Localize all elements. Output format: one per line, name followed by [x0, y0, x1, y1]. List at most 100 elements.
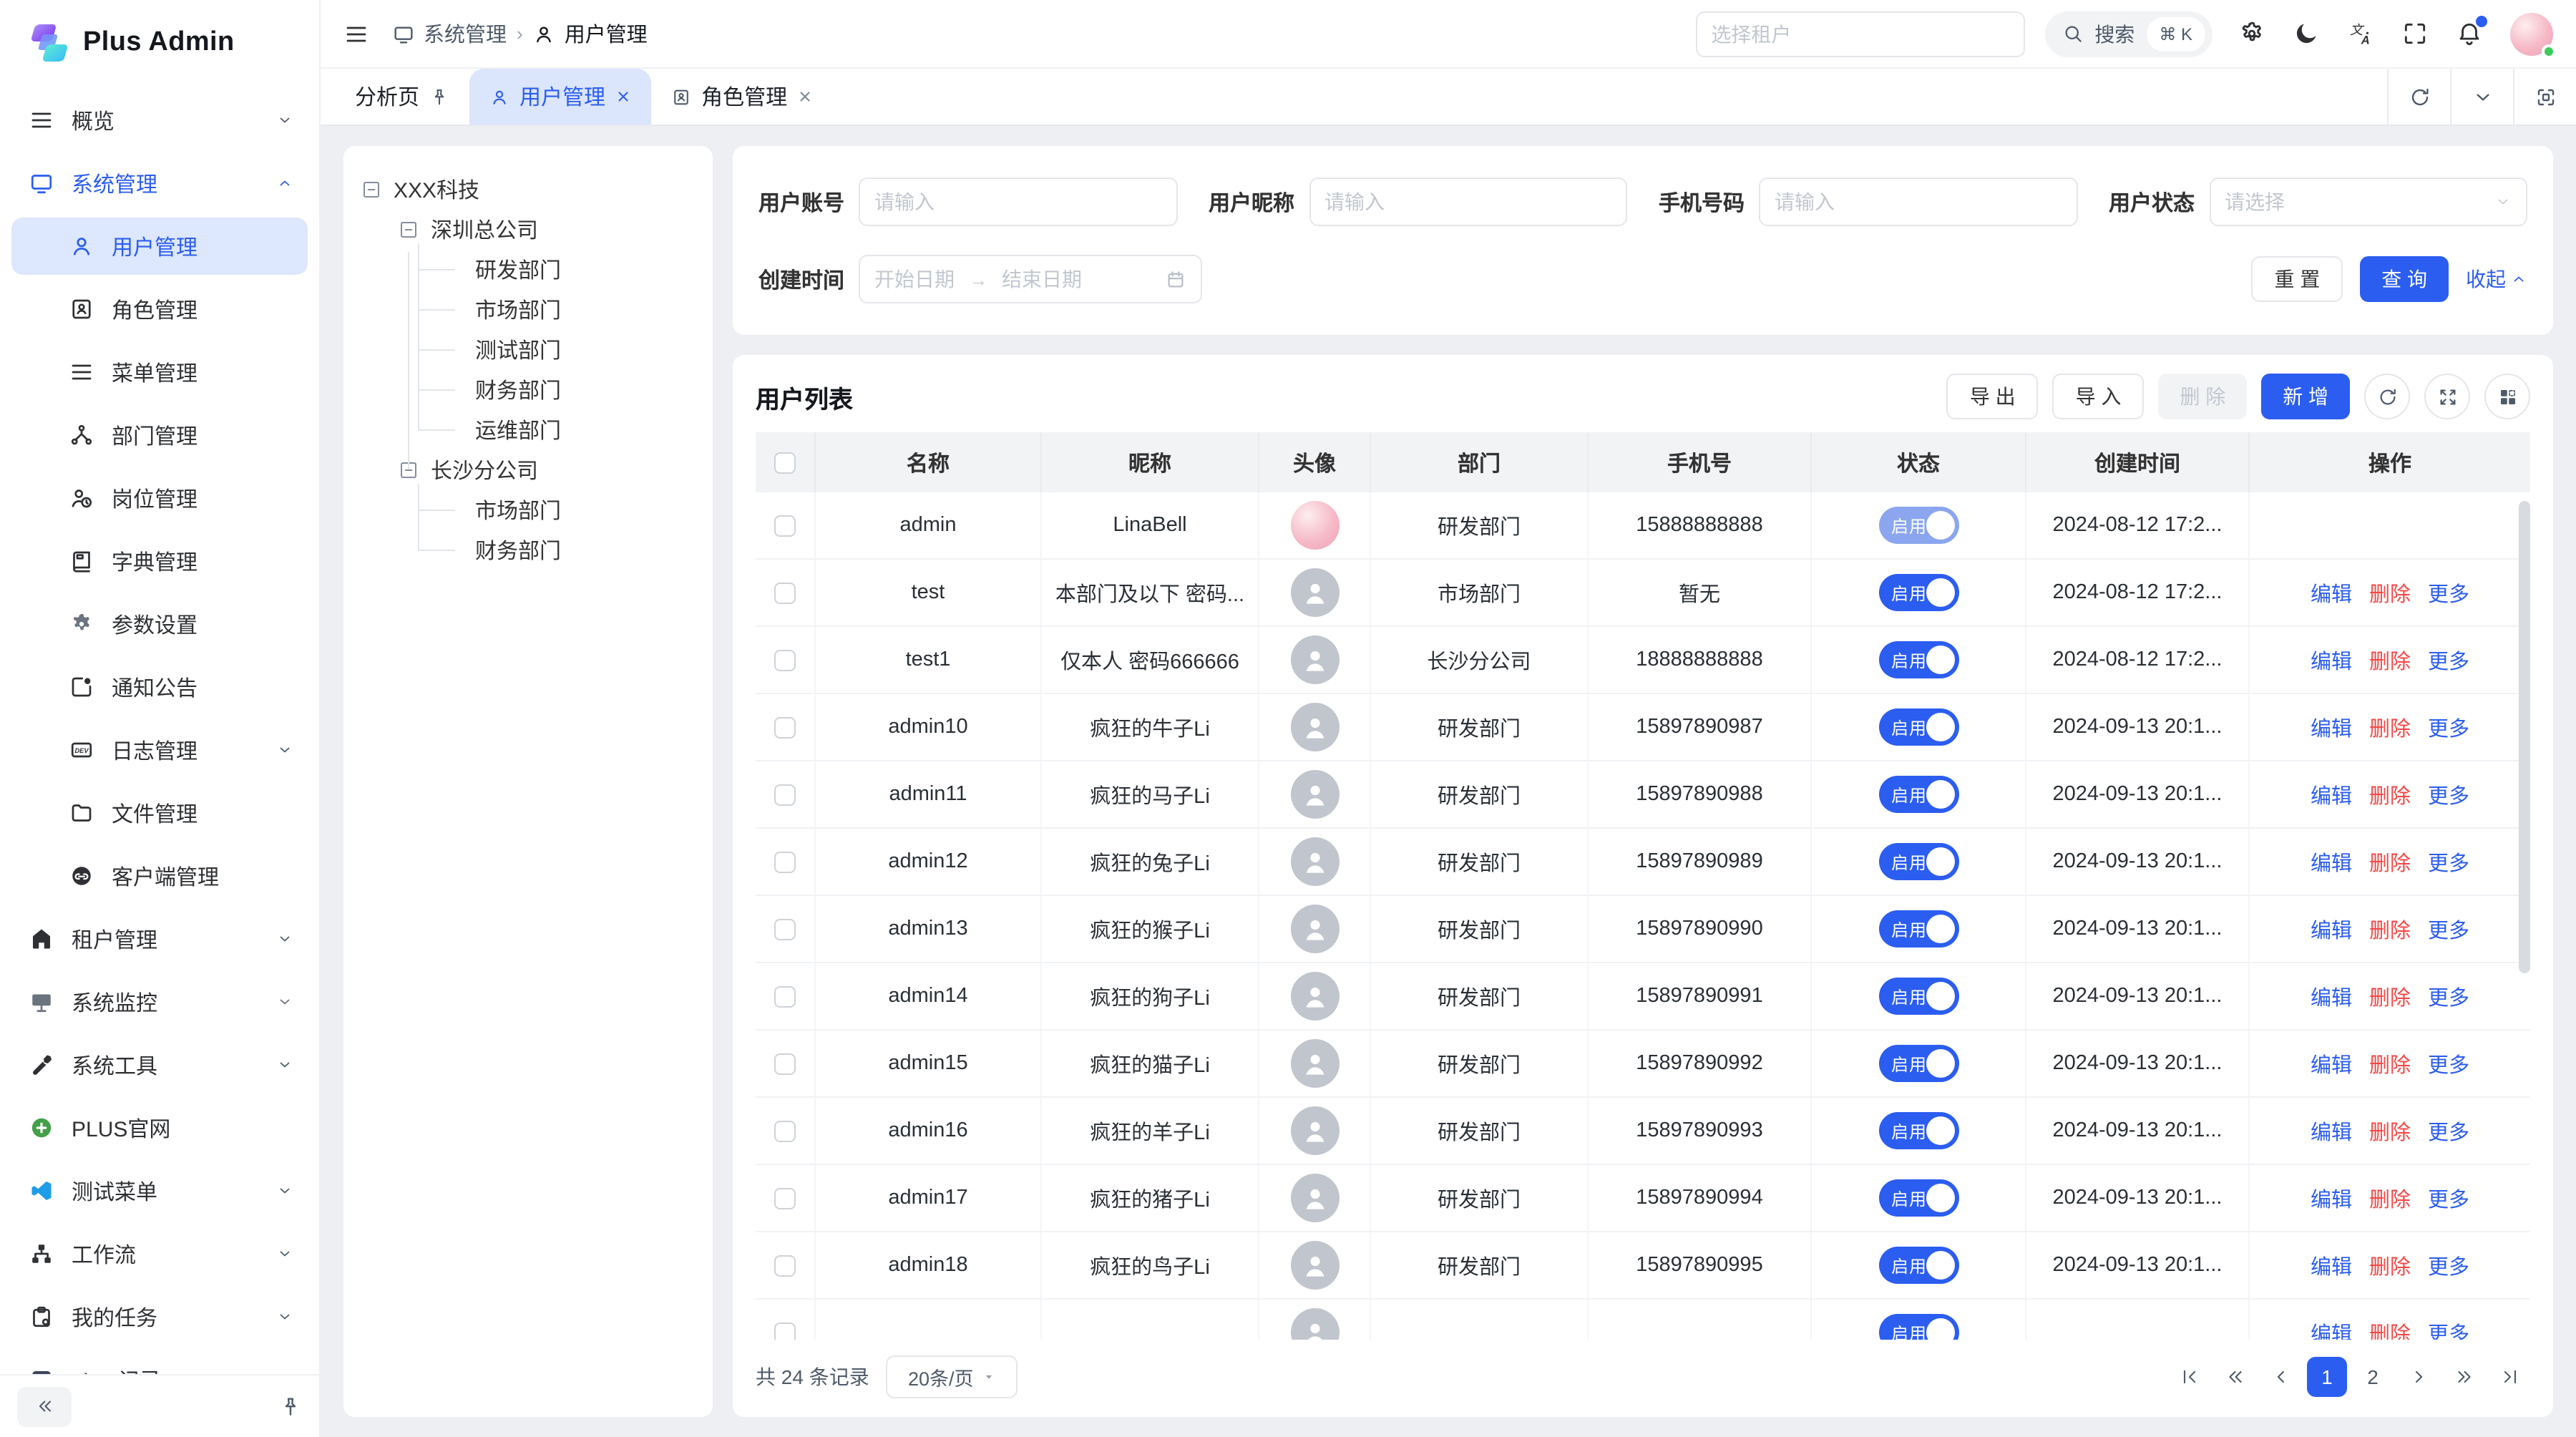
tenant-select-input[interactable]: [1695, 11, 2024, 57]
delete-link[interactable]: 删除: [2369, 578, 2411, 608]
edit-link[interactable]: 编辑: [2311, 981, 2352, 1011]
edit-link[interactable]: 编辑: [2311, 914, 2352, 944]
row-checkbox[interactable]: [774, 1187, 796, 1209]
tree-node-department[interactable]: 财务部门: [418, 369, 696, 409]
notifications-button[interactable]: [2456, 20, 2483, 47]
column-header[interactable]: 名称: [816, 432, 1042, 492]
sidebar-item[interactable]: 租户管理: [11, 910, 308, 968]
page-1-button[interactable]: 1: [2307, 1357, 2347, 1397]
global-search[interactable]: 搜索 ⌘ K: [2044, 11, 2212, 57]
more-link[interactable]: 更多: [2428, 1116, 2469, 1146]
query-button[interactable]: 查 询: [2360, 256, 2449, 302]
dark-mode-icon[interactable]: [2293, 20, 2320, 47]
tree-node-department[interactable]: 研发部门: [418, 249, 696, 289]
row-checkbox[interactable]: [774, 649, 796, 671]
more-link[interactable]: 更多: [2428, 578, 2469, 608]
language-icon[interactable]: 文A: [2347, 20, 2374, 47]
sidebar-item[interactable]: 测试菜单: [11, 1162, 308, 1219]
sidebar-item[interactable]: gitee记录: [11, 1351, 308, 1374]
tree-node-department[interactable]: 运维部门: [418, 409, 696, 449]
edit-link[interactable]: 编辑: [2311, 645, 2352, 675]
delete-link[interactable]: 删除: [2369, 779, 2411, 809]
column-settings-icon[interactable]: [2484, 374, 2530, 419]
tree-node-company[interactable]: 长沙分公司: [398, 449, 696, 489]
status-select[interactable]: 请选择: [2209, 177, 2527, 226]
collapse-box-icon[interactable]: [361, 178, 382, 200]
column-header[interactable]: 创建时间: [2026, 432, 2250, 492]
edit-link[interactable]: 编辑: [2311, 847, 2352, 877]
sidebar-pin-icon[interactable]: [279, 1395, 302, 1418]
delete-link[interactable]: 删除: [2369, 1317, 2411, 1340]
phone-input[interactable]: [1759, 177, 2077, 226]
edit-link[interactable]: 编辑: [2311, 779, 2352, 809]
table-scrollbar[interactable]: [2519, 501, 2530, 973]
status-toggle[interactable]: 启用: [1878, 978, 1958, 1015]
delete-link[interactable]: 删除: [2369, 914, 2411, 944]
sidebar-item[interactable]: 工作流: [11, 1225, 308, 1282]
status-toggle[interactable]: 启用: [1878, 1112, 1958, 1149]
status-toggle[interactable]: 启用: [1878, 708, 1958, 746]
export-button[interactable]: 导 出: [1947, 374, 2039, 419]
column-header[interactable]: 头像: [1259, 432, 1371, 492]
nickname-input[interactable]: [1309, 177, 1627, 226]
sidebar-item[interactable]: 我的任务: [11, 1288, 308, 1345]
content-fullscreen-icon[interactable]: [2513, 69, 2576, 125]
pin-icon[interactable]: [429, 87, 449, 107]
tab-analysis[interactable]: 分析页: [335, 69, 469, 125]
row-checkbox[interactable]: [774, 784, 796, 805]
fullscreen-icon[interactable]: [2401, 20, 2429, 47]
sidebar-item[interactable]: 通知公告: [11, 658, 308, 716]
delete-button[interactable]: 删 除: [2158, 374, 2247, 419]
more-link[interactable]: 更多: [2428, 1183, 2469, 1213]
refresh-table-icon[interactable]: [2364, 374, 2410, 419]
row-checkbox[interactable]: [774, 515, 796, 536]
edit-link[interactable]: 编辑: [2311, 1048, 2352, 1078]
status-toggle[interactable]: 启用: [1878, 574, 1958, 611]
close-icon[interactable]: [615, 89, 631, 104]
tree-node-department[interactable]: 财务部门: [418, 530, 696, 570]
more-link[interactable]: 更多: [2428, 981, 2469, 1011]
row-checkbox[interactable]: [774, 1322, 796, 1340]
column-header[interactable]: 部门: [1371, 432, 1589, 492]
tree-node-department[interactable]: 市场部门: [418, 489, 696, 530]
edit-link[interactable]: 编辑: [2311, 1250, 2352, 1280]
delete-link[interactable]: 删除: [2369, 847, 2411, 877]
date-range-picker[interactable]: 开始日期 → 结束日期: [859, 255, 1202, 303]
status-toggle[interactable]: 启用: [1878, 843, 1958, 880]
delete-link[interactable]: 删除: [2369, 645, 2411, 675]
sidebar-item[interactable]: 用户管理: [11, 218, 308, 275]
delete-link[interactable]: 删除: [2369, 981, 2411, 1011]
reset-button[interactable]: 重 置: [2251, 256, 2343, 302]
sidebar-item[interactable]: 字典管理: [11, 532, 308, 590]
sidebar-item[interactable]: 岗位管理: [11, 469, 308, 527]
status-toggle[interactable]: 启用: [1878, 641, 1958, 678]
row-checkbox[interactable]: [774, 582, 796, 603]
delete-link[interactable]: 删除: [2369, 712, 2411, 742]
status-toggle[interactable]: 启用: [1878, 1247, 1958, 1284]
expand-table-icon[interactable]: [2424, 374, 2470, 419]
column-header[interactable]: 状态: [1812, 432, 2026, 492]
status-toggle[interactable]: 启用: [1878, 776, 1958, 813]
collapse-box-icon[interactable]: [398, 218, 419, 240]
column-header[interactable]: 昵称: [1042, 432, 1259, 492]
more-link[interactable]: 更多: [2428, 712, 2469, 742]
select-all-checkbox[interactable]: [774, 452, 796, 473]
tab-role-management[interactable]: 角色管理: [651, 69, 833, 125]
column-header[interactable]: 操作: [2250, 432, 2530, 492]
tree-node-department[interactable]: 测试部门: [418, 329, 696, 369]
edit-link[interactable]: 编辑: [2311, 1116, 2352, 1146]
status-toggle[interactable]: 启用: [1878, 1314, 1958, 1340]
tree-node-root[interactable]: XXX科技: [361, 169, 696, 209]
sidebar-item[interactable]: PLUS官网: [11, 1099, 308, 1156]
sidebar-item[interactable]: 客户端管理: [11, 847, 308, 905]
more-link[interactable]: 更多: [2428, 914, 2469, 944]
tree-node-company[interactable]: 深圳总公司: [398, 209, 696, 249]
row-checkbox[interactable]: [774, 918, 796, 940]
more-link[interactable]: 更多: [2428, 779, 2469, 809]
status-toggle[interactable]: 启用: [1878, 910, 1958, 948]
prev-page-button[interactable]: [2261, 1357, 2301, 1397]
page-size-select[interactable]: 20条/页: [887, 1355, 1018, 1398]
add-button[interactable]: 新 增: [2261, 374, 2350, 419]
sidebar-item[interactable]: DEV 日志管理: [11, 721, 308, 779]
menu-toggle-icon[interactable]: [343, 21, 369, 47]
